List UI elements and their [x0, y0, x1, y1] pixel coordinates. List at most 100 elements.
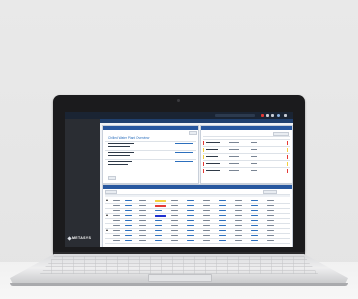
table-cell	[113, 220, 120, 222]
table-cell	[113, 230, 120, 232]
table-cell	[171, 210, 178, 212]
app-top-bar	[65, 112, 293, 119]
table-cell	[203, 210, 210, 212]
context-bar	[100, 119, 293, 123]
table-cell	[267, 230, 274, 232]
table-cell	[235, 210, 242, 212]
table-cell	[267, 235, 274, 237]
panel-header	[103, 126, 198, 130]
logo-icon	[67, 235, 72, 241]
table-cell	[125, 240, 132, 242]
panel-header	[201, 126, 292, 130]
table-cell	[113, 215, 120, 217]
table-cell	[267, 200, 274, 202]
table-cell	[187, 215, 194, 217]
table-cell	[219, 210, 226, 212]
table-cell	[125, 225, 132, 227]
table-cell	[171, 235, 178, 237]
laptop-lid: METASYS Chilled Water Plant Overview	[53, 95, 305, 253]
table-cell	[251, 235, 258, 237]
search-input[interactable]	[215, 114, 255, 117]
table-cell	[139, 220, 146, 222]
table-cell	[267, 205, 274, 207]
laptop-screen: METASYS Chilled Water Plant Overview	[65, 112, 293, 247]
table-cell	[139, 210, 146, 212]
table-cell	[171, 230, 178, 232]
table-header	[105, 195, 290, 198]
table-cell	[187, 225, 194, 227]
table-cell	[235, 205, 242, 207]
table-cell	[125, 220, 132, 222]
warning-icon	[106, 214, 108, 217]
alarm-icon[interactable]	[261, 114, 264, 117]
table-cell	[155, 240, 162, 242]
table-cell	[155, 230, 162, 232]
table-cell	[203, 230, 210, 232]
table-cell	[113, 210, 120, 212]
table-cell	[203, 215, 210, 217]
table-cell	[139, 235, 146, 237]
logo-text: METASYS	[72, 236, 92, 240]
table-cell	[139, 200, 146, 202]
table-cell	[267, 240, 274, 242]
notification-icon[interactable]	[266, 114, 269, 117]
table-cell	[219, 230, 226, 232]
table-cell	[187, 230, 194, 232]
table-cell	[267, 220, 274, 222]
avatar[interactable]	[277, 114, 280, 117]
table-cell	[171, 205, 178, 207]
table-cell	[155, 225, 162, 227]
help-icon[interactable]	[271, 114, 274, 117]
warning-icon	[106, 199, 108, 202]
table-cell	[155, 214, 166, 217]
table-cell	[113, 235, 120, 237]
table-cell	[251, 205, 258, 207]
alarm-flag-yellow	[203, 148, 205, 152]
table-cell	[113, 200, 120, 202]
table-cell	[171, 200, 178, 202]
table-cell	[235, 240, 242, 242]
webcam	[177, 99, 180, 102]
menu-icon[interactable]	[284, 114, 287, 117]
table-cell	[113, 240, 120, 242]
table-cell	[155, 204, 166, 207]
table-cell	[219, 215, 226, 217]
table-cell	[203, 205, 210, 207]
keyboard	[40, 256, 318, 274]
table-cell	[203, 220, 210, 222]
table-cell	[235, 235, 242, 237]
panel-footer-button[interactable]	[108, 176, 116, 180]
table-cell	[251, 210, 258, 212]
table-cell	[219, 205, 226, 207]
table-cell	[125, 235, 132, 237]
table-cell	[139, 230, 146, 232]
table-cell	[251, 200, 258, 202]
table-cell	[187, 220, 194, 222]
table-cell	[155, 210, 162, 212]
table-cell	[203, 240, 210, 242]
points-table-panel	[102, 184, 293, 247]
alarm-panel	[200, 125, 293, 184]
table-cell	[267, 215, 274, 217]
table-cell	[251, 240, 258, 242]
table-cell	[155, 199, 166, 202]
table-cell	[171, 215, 178, 217]
table-cell	[251, 225, 258, 227]
table-cell	[219, 220, 226, 222]
trackpad	[148, 274, 212, 282]
table-cell	[235, 200, 242, 202]
table-cell	[171, 220, 178, 222]
table-cell	[219, 225, 226, 227]
table-cell	[251, 230, 258, 232]
table-cell	[139, 215, 146, 217]
table-cell	[125, 230, 132, 232]
table-cell	[125, 210, 132, 212]
table-cell	[113, 225, 120, 227]
table-cell	[219, 240, 226, 242]
table-cell	[251, 220, 258, 222]
sidebar: METASYS	[65, 119, 100, 247]
panel-action-button[interactable]	[189, 131, 197, 135]
alarm-flag-red	[203, 141, 205, 145]
table-cell	[203, 225, 210, 227]
table-cell	[203, 235, 210, 237]
